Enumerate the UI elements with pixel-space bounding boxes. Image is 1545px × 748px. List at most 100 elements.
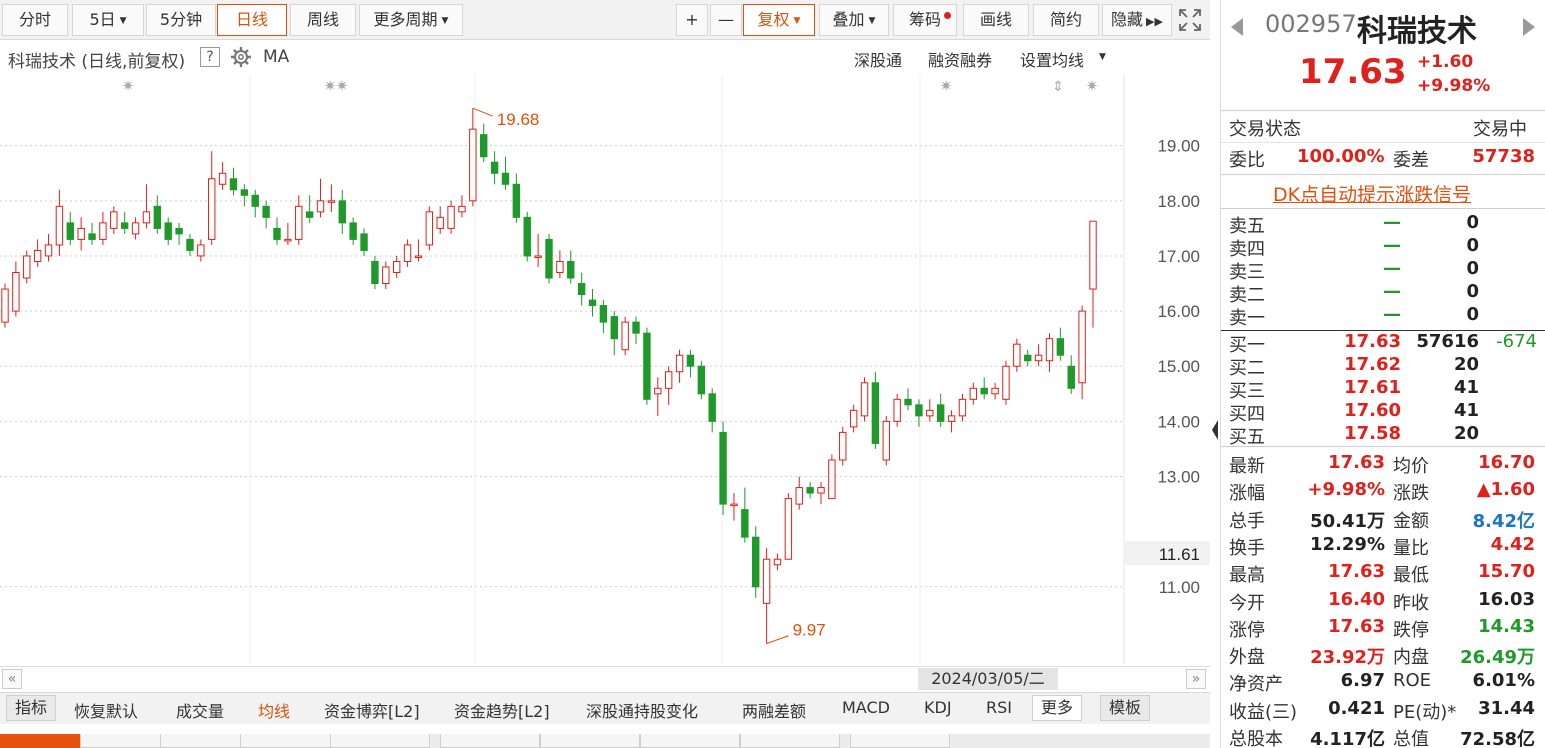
tab-more-periods[interactable]: 更多周期 ▼: [359, 4, 463, 36]
indicator-sgt-holding[interactable]: 深股通持股变化: [586, 698, 698, 722]
candle-body: [882, 420, 890, 461]
indicator-fund-trend[interactable]: 资金趋势[L2]: [454, 698, 550, 722]
ask-row[interactable]: 卖二 —0: [1221, 281, 1545, 306]
bid-row[interactable]: 买一 17.63 57616 -674: [1221, 331, 1545, 356]
candle-body: [490, 161, 499, 174]
indicator-margin-diff[interactable]: 两融差额: [742, 698, 806, 722]
bottom-tab[interactable]: [330, 734, 430, 748]
ask-row[interactable]: 卖一 — 0: [1221, 304, 1545, 329]
candle-body: [567, 260, 575, 279]
candle-body: [1024, 354, 1032, 362]
ask-row[interactable]: 卖四 —0: [1221, 235, 1545, 260]
stat-value: +9.98%: [1307, 479, 1385, 501]
chevron-down-icon: ▼: [1099, 52, 1106, 62]
bottom-tab[interactable]: [640, 734, 740, 748]
tab-weekly[interactable]: 周线: [290, 4, 356, 36]
indicator-kdj[interactable]: KDJ: [924, 698, 952, 717]
fullscreen-icon[interactable]: [1176, 6, 1204, 34]
candle-body: [12, 272, 20, 312]
tab-daily[interactable]: 日线: [217, 4, 287, 36]
bid-row[interactable]: 买二 17.62 20: [1221, 354, 1545, 379]
chevron-down-icon: ▼: [441, 16, 449, 26]
bottom-tab[interactable]: [850, 734, 950, 748]
chouma-button[interactable]: 筹码: [893, 4, 957, 36]
panel-collapse-handle[interactable]: [1210, 400, 1220, 460]
stat-label: ROE: [1393, 670, 1432, 692]
indicator-macd[interactable]: MACD: [842, 698, 890, 717]
candle-body: [480, 134, 488, 158]
link-shengutong[interactable]: 深股通: [854, 47, 902, 71]
bottom-tab[interactable]: [240, 734, 340, 748]
max-price-label: 19.68: [497, 110, 540, 129]
prev-stock-arrow-icon[interactable]: [1231, 18, 1243, 36]
scroll-left-button[interactable]: «: [2, 669, 22, 689]
zoom-in-button[interactable]: +: [676, 4, 708, 36]
bid-row[interactable]: 买四 17.60 41: [1221, 400, 1545, 425]
max-arrow: [472, 107, 494, 117]
stock-name: 科瑞技术: [1357, 14, 1477, 49]
min-arrow: [766, 635, 789, 645]
tab-5day[interactable]: 5日 ▼: [72, 4, 144, 36]
stat-value: 0.421: [1328, 697, 1385, 719]
next-stock-arrow-icon[interactable]: [1523, 18, 1535, 36]
candle-body: [762, 558, 771, 604]
candle-body: [904, 398, 912, 406]
fuquan-button[interactable]: 复权 ▼: [743, 4, 815, 36]
candle-body: [991, 387, 999, 395]
candle-body: [741, 509, 749, 538]
bid-row[interactable]: 买三 17.61 41: [1221, 377, 1545, 402]
candle-body: [131, 222, 140, 235]
help-button[interactable]: ?: [200, 47, 220, 67]
link-set-ma[interactable]: 设置均线: [1020, 47, 1084, 71]
indicator-more[interactable]: 更多: [1032, 695, 1083, 721]
indicator-button[interactable]: 指标: [6, 695, 57, 721]
stat-label: PE(动)*: [1393, 701, 1457, 723]
candle-body: [240, 189, 249, 196]
indicator-ma[interactable]: 均线: [258, 698, 290, 722]
level-volume: 0: [1466, 212, 1479, 233]
stat-label: 最高: [1229, 565, 1265, 587]
level-volume: 41: [1453, 400, 1479, 421]
indicator-reset[interactable]: 恢复默认: [74, 698, 138, 722]
dk-signal-link[interactable]: DK点自动提示涨跌信号: [1273, 180, 1471, 207]
huaxian-button[interactable]: 画线: [963, 4, 1029, 36]
chart-scrollbar[interactable]: « 2024/03/05/二 »: [0, 666, 1210, 690]
level-volume: 20: [1453, 354, 1479, 375]
candle-body: [284, 238, 292, 242]
candle-body: [686, 354, 695, 367]
stat-label: 今开: [1229, 592, 1265, 614]
indicator-fund-game[interactable]: 资金博弈[L2]: [324, 698, 420, 722]
indicator-volume[interactable]: 成交量: [176, 698, 224, 722]
candle-body: [186, 238, 194, 251]
indicator-rsi[interactable]: RSI: [986, 698, 1012, 717]
ma-label[interactable]: MA: [263, 47, 289, 67]
candle-body: [947, 415, 956, 422]
candle-body: [697, 365, 706, 395]
scroll-right-button[interactable]: »: [1186, 669, 1206, 689]
indicator-template[interactable]: 模板: [1100, 695, 1151, 721]
candle-body: [664, 371, 673, 389]
kline-chart[interactable]: 19.00 18.00 17.00 16.00 15.00 14.00 13.00 11.00…: [0, 74, 1210, 666]
bid-row[interactable]: 买五 17.58 20: [1221, 423, 1545, 448]
candle-body: [577, 283, 586, 296]
event-marker-icon: ✷: [1086, 77, 1099, 95]
diejia-button[interactable]: 叠加 ▼: [819, 4, 889, 36]
tab-5min[interactable]: 5分钟: [146, 4, 216, 36]
link-rongzirongquan[interactable]: 融资融券: [928, 47, 992, 71]
candle-body: [1045, 338, 1054, 362]
stock-code: 002957: [1265, 10, 1357, 38]
gear-icon[interactable]: [230, 46, 252, 68]
jianyue-button[interactable]: 简约: [1033, 4, 1099, 36]
yincang-button[interactable]: 隐藏 ▶▶: [1102, 4, 1172, 36]
tab-fenshi[interactable]: 分时: [2, 4, 68, 36]
candle-body: [730, 503, 738, 507]
zoom-out-button[interactable]: —: [710, 4, 742, 36]
bottom-tab[interactable]: [540, 734, 640, 748]
ask-row[interactable]: 卖五 —0: [1221, 212, 1545, 237]
candle-body: [588, 299, 597, 307]
ask-row[interactable]: 卖三 —0: [1221, 258, 1545, 283]
bottom-tab[interactable]: [740, 734, 840, 748]
candle-body: [458, 205, 466, 213]
price-change: +1.60: [1417, 52, 1474, 72]
bottom-tab[interactable]: [440, 734, 540, 748]
